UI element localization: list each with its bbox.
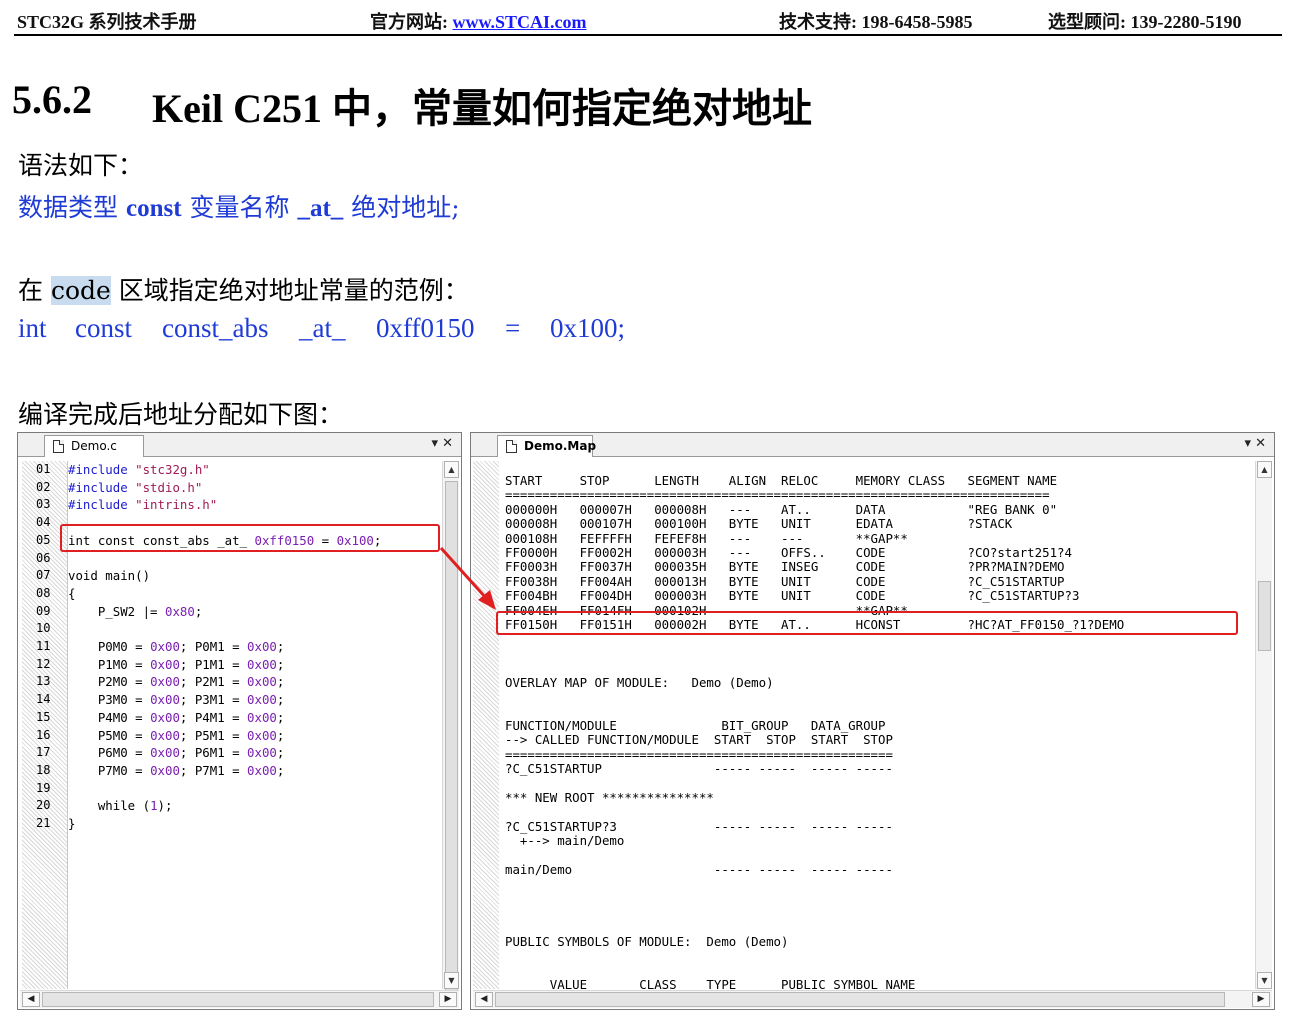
pointer-arrow [439, 546, 496, 610]
